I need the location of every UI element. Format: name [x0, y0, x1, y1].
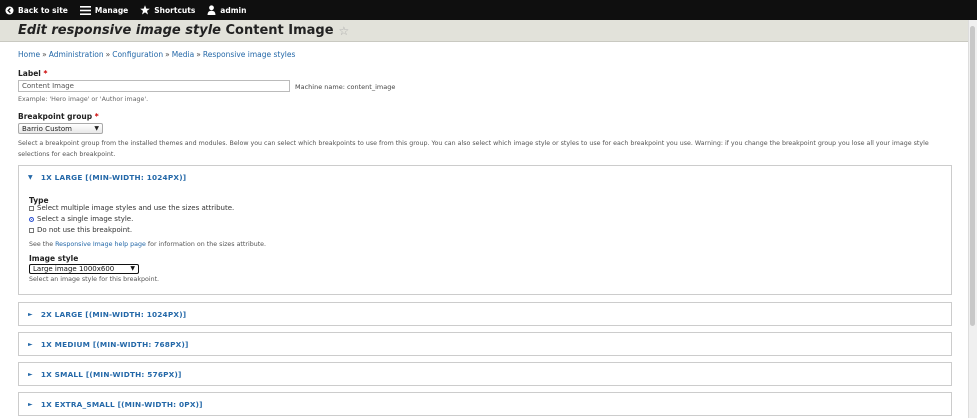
radio-selected[interactable]	[29, 216, 34, 222]
dropdown-arrow-icon: ▼	[130, 265, 135, 272]
breakpoint-summary-label: 1X SMALL [(MIN-WIDTH: 576PX)]	[40, 369, 182, 379]
star-icon	[140, 5, 151, 15]
breakpoint-details-1x-extra-small: ► 1X EXTRA_SMALL [(MIN-WIDTH: 0PX)]	[18, 392, 952, 416]
required-marker: *	[43, 69, 48, 78]
user-menu[interactable]: admin	[201, 0, 252, 20]
machine-name: Machine name: content_image	[295, 83, 396, 91]
sizes-help-post: for information on the sizes attribute.	[145, 241, 267, 248]
breadcrumb: Home» Administration» Configuration» Media»…	[18, 50, 295, 59]
manage-label: Manage	[94, 5, 129, 15]
page-header: Edit responsive image style Content Imag…	[0, 20, 969, 42]
responsive-image-help-link[interactable]: Responsive Image help page	[55, 241, 146, 248]
vertical-scrollbar[interactable]	[968, 20, 977, 418]
breakpoint-details-1x-large: ▼ 1X LARGE [(MIN-WIDTH: 1024PX)] Type Se…	[18, 165, 952, 295]
triangle-right-icon: ►	[28, 310, 33, 318]
back-to-site-label: Back to site	[18, 5, 68, 15]
type-option-label: Do not use this breakpoint.	[37, 226, 133, 234]
breakpoint-details-1x-medium: ► 1X MEDIUM [(MIN-WIDTH: 768PX)]	[18, 332, 952, 356]
label-example: Example: 'Hero image' or 'Author image'.	[18, 96, 149, 103]
shortcuts-label: Shortcuts	[154, 5, 196, 15]
breakpoint-group-title: Breakpoint group *	[18, 112, 99, 121]
admin-toolbar: Back to site Manage Shortcuts admin	[0, 0, 977, 20]
shortcuts-menu[interactable]: Shortcuts	[134, 0, 201, 20]
breadcrumb-responsive-image-styles[interactable]: Responsive image styles	[203, 50, 296, 59]
breakpoint-summary[interactable]: ► 1X EXTRA_SMALL [(MIN-WIDTH: 0PX)]	[19, 393, 951, 415]
breakpoint-group-title-text: Breakpoint group	[18, 112, 93, 121]
breakpoint-summary-label: 1X MEDIUM [(MIN-WIDTH: 768PX)]	[40, 339, 189, 349]
breakpoint-group-select[interactable]: Barrio Custom ▼	[18, 123, 103, 134]
checkbox[interactable]	[29, 227, 34, 233]
triangle-right-icon: ►	[28, 340, 33, 348]
page-title: Edit responsive image style Content Imag…	[18, 23, 334, 38]
breakpoint-summary[interactable]: ► 1X SMALL [(MIN-WIDTH: 576PX)]	[19, 363, 951, 385]
user-label: admin	[220, 5, 247, 15]
breakpoint-summary-label: 1X LARGE [(MIN-WIDTH: 1024PX)]	[40, 172, 187, 182]
user-icon	[207, 5, 216, 15]
label-field-title-text: Label	[18, 69, 41, 78]
label-input[interactable]: Content Image	[18, 80, 290, 92]
image-style-value: Large image 1000x600	[33, 265, 115, 273]
type-option-none[interactable]: Do not use this breakpoint.	[29, 226, 132, 234]
breadcrumb-separator: »	[196, 50, 201, 59]
breakpoint-summary[interactable]: ► 1X MEDIUM [(MIN-WIDTH: 768PX)]	[19, 333, 951, 355]
triangle-down-icon: ▼	[28, 173, 33, 181]
breakpoint-group-help: Select a breakpoint group from the insta…	[18, 140, 929, 158]
image-style-label: Image style	[29, 254, 79, 263]
type-option-multiple[interactable]: Select multiple image styles and use the…	[29, 204, 234, 212]
manage-menu[interactable]: Manage	[74, 0, 134, 20]
label-field-title: Label *	[18, 69, 47, 78]
image-style-description: Select an image style for this breakpoin…	[29, 276, 160, 283]
dropdown-arrow-icon: ▼	[94, 125, 99, 132]
favorite-star-icon[interactable]: ☆	[339, 24, 350, 38]
breakpoint-summary[interactable]: ▼ 1X LARGE [(MIN-WIDTH: 1024PX)]	[19, 166, 951, 188]
breakpoint-summary[interactable]: ► 2X LARGE [(MIN-WIDTH: 1024PX)]	[19, 303, 951, 325]
back-to-site-link[interactable]: Back to site	[0, 0, 74, 20]
breadcrumb-separator: »	[105, 50, 111, 59]
type-option-single[interactable]: Select a single image style.	[29, 215, 133, 223]
triangle-right-icon: ►	[28, 370, 33, 378]
breadcrumb-media[interactable]: Media	[172, 50, 195, 59]
back-arrow-icon	[5, 5, 14, 15]
breakpoint-summary-label: 2X LARGE [(MIN-WIDTH: 1024PX)]	[40, 309, 187, 319]
breakpoint-details-2x-large: ► 2X LARGE [(MIN-WIDTH: 1024PX)]	[18, 302, 952, 326]
breakpoint-details-1x-small: ► 1X SMALL [(MIN-WIDTH: 576PX)]	[18, 362, 952, 386]
type-option-label: Select a single image style.	[37, 215, 134, 223]
breakpoint-summary-label: 1X EXTRA_SMALL [(MIN-WIDTH: 0PX)]	[40, 399, 203, 409]
breadcrumb-separator: »	[165, 50, 170, 59]
sizes-help-text: See the Responsive Image help page for i…	[29, 241, 266, 248]
sizes-help-pre: See the	[29, 241, 56, 248]
image-style-select[interactable]: Large image 1000x600 ▼	[29, 264, 139, 274]
page-title-name: Content Image	[225, 23, 334, 38]
triangle-right-icon: ►	[28, 400, 33, 408]
required-marker: *	[94, 112, 99, 121]
type-option-label: Select multiple image styles and use the…	[37, 204, 235, 212]
breadcrumb-configuration[interactable]: Configuration	[112, 50, 163, 59]
breadcrumb-home[interactable]: Home	[18, 50, 40, 59]
breadcrumb-separator: »	[42, 50, 47, 59]
breakpoint-group-value: Barrio Custom	[22, 125, 72, 133]
page-title-prefix: Edit responsive image style	[18, 23, 221, 38]
scrollbar-thumb[interactable]	[970, 26, 975, 326]
hamburger-icon	[79, 5, 91, 15]
breadcrumb-administration[interactable]: Administration	[49, 50, 104, 59]
checkbox[interactable]	[29, 205, 34, 211]
